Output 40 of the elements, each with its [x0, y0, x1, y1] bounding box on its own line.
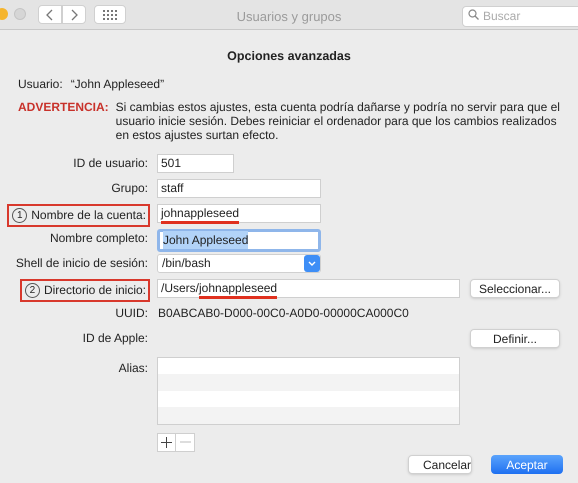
field-label: ID de Apple:: [82, 330, 148, 347]
text-field[interactable]: 501: [157, 154, 234, 173]
field-label: Nombre completo:: [50, 230, 148, 247]
shell-popup[interactable]: /bin/bash: [157, 254, 321, 273]
cancel-button[interactable]: Cancelar: [408, 455, 472, 474]
accept-button[interactable]: Aceptar: [491, 455, 563, 474]
dialog-title: Opciones avanzadas: [227, 48, 351, 65]
uuid-value: B0ABCAB0-D000-00C0-A0D0-00000CA000C0: [157, 304, 409, 322]
field-label: UUID:: [115, 304, 148, 322]
show-all-button[interactable]: [94, 5, 126, 24]
text-field[interactable]: staff: [157, 178, 321, 198]
chevron-left-icon: [46, 8, 54, 20]
grid-icon: [103, 10, 117, 20]
set-button[interactable]: Definir...: [470, 328, 560, 348]
field-label: Directorio de inicio:: [44, 282, 146, 300]
field-label: ID de usuario:: [73, 154, 148, 172]
field-label: Grupo:: [111, 180, 148, 197]
choose-button[interactable]: Seleccionar...: [470, 278, 560, 298]
add-button[interactable]: [157, 432, 176, 452]
forward-button[interactable]: [62, 5, 86, 24]
chevron-right-icon: [70, 8, 78, 20]
minus-icon: [180, 441, 190, 444]
user-label: Usuario:: [18, 76, 63, 93]
warning-label: ADVERTENCIA:: [18, 100, 109, 116]
field-label: Shell de inicio de sesión:: [16, 254, 148, 272]
plus-icon: [161, 436, 172, 448]
field-label: Nombre de la cuenta:: [31, 207, 146, 224]
window-title: Usuarios y grupos: [236, 8, 342, 26]
search-field[interactable]: Buscar: [462, 6, 578, 26]
field-label: Alias:: [118, 360, 148, 377]
callout-number: 1: [12, 208, 28, 223]
callout-number: 2: [24, 282, 40, 298]
back-button[interactable]: [38, 5, 62, 24]
warning-text: Si cambias estos ajustes, esta cuenta podría dañarse y podría no servir para que el usuario inicie sesión. Debes reiniciar el ordenador para que los cambios realizados en estos ajustes surtan efecto.: [116, 100, 560, 142]
search-icon: [468, 9, 479, 20]
user-name: “John Appleseed”: [70, 76, 164, 93]
text-field[interactable]: johnappleseed: [157, 204, 321, 223]
text-field[interactable]: /Users/johnappleseed: [157, 278, 460, 298]
chevron-down-icon: [308, 260, 316, 266]
text-field[interactable]: John Appleseed: [157, 228, 321, 252]
